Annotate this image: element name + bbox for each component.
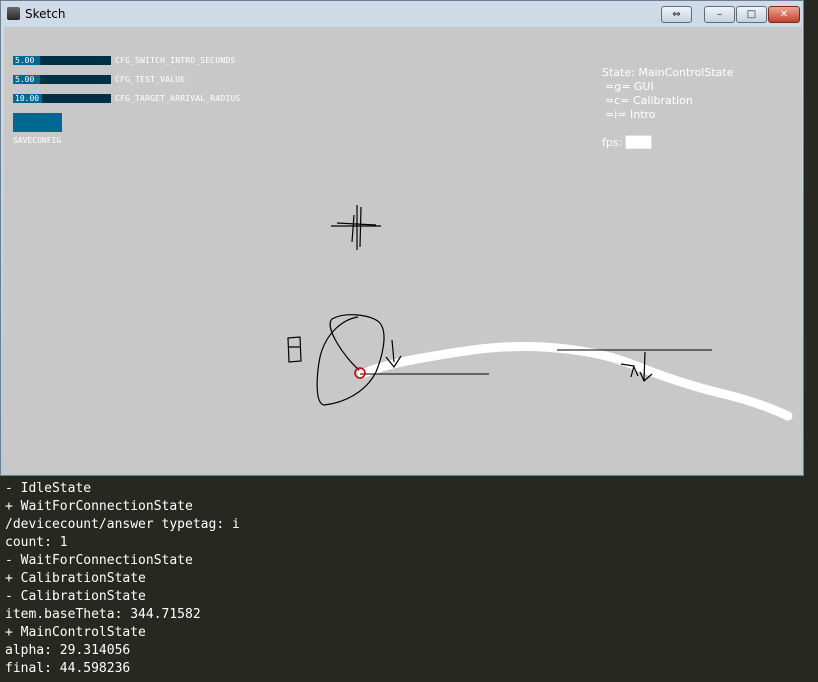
console-line: final: 44.598236 (5, 661, 131, 676)
console-line: - CalibrationState (5, 589, 146, 604)
sketch-window: Sketch ⇔ – □ ✕ 5.00 CFG_SWITCH_INTRO_SEC… (0, 0, 804, 476)
console-line: /devicecount/answer typetag: i (5, 517, 240, 532)
close-button[interactable]: ✕ (768, 6, 800, 23)
white-trail (357, 341, 793, 421)
maximize-button[interactable]: □ (736, 6, 767, 23)
minimize-button[interactable]: – (704, 6, 735, 23)
console-line: - IdleState (5, 481, 92, 496)
sketch-drawing (287, 205, 793, 421)
window-title: Sketch (25, 7, 66, 21)
console-output: - IdleState + WaitForConnectionState /de… (5, 480, 805, 678)
swap-button[interactable]: ⇔ (661, 6, 692, 23)
small-box-scribble (287, 336, 302, 363)
title-bar[interactable]: Sketch ⇔ – □ ✕ (1, 1, 803, 27)
app-icon (7, 7, 20, 20)
console-line: + WaitForConnectionState (5, 499, 193, 514)
console-line: + CalibrationState (5, 571, 146, 586)
crosshair-scribble (331, 205, 381, 250)
console-line: item.baseTheta: 344.71582 (5, 607, 201, 622)
console-line: - WaitForConnectionState (5, 553, 193, 568)
sketch-canvas[interactable]: 5.00 CFG_SWITCH_INTRO_SECONDS 5.00 CFG_T… (4, 27, 802, 474)
console-line: alpha: 29.314056 (5, 643, 131, 658)
console-line: count: 1 (5, 535, 68, 550)
loop-scribble (316, 314, 385, 406)
console-line: + MainControlState (5, 625, 146, 640)
